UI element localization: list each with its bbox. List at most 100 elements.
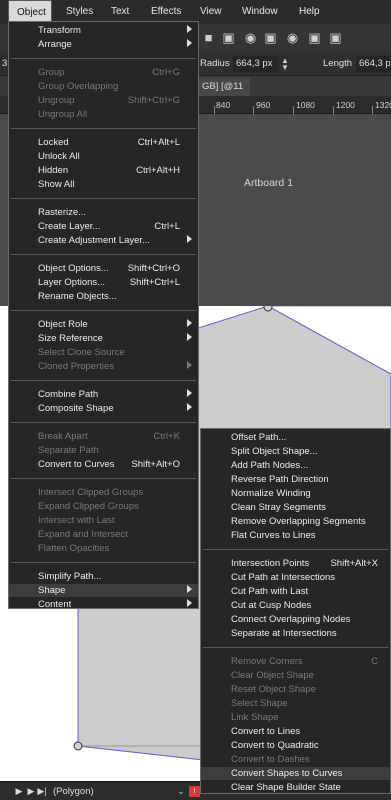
ruler-tick: 1200 <box>336 100 355 110</box>
menu-item-arrange[interactable]: Arrange <box>9 38 198 51</box>
menu-item-convert-to-lines[interactable]: Convert to Lines <box>201 725 390 738</box>
menu-item-locked[interactable]: Locked Ctrl+Alt+L <box>9 136 198 149</box>
menu-item-label: Hidden <box>38 165 69 176</box>
submenu-arrow-icon <box>187 39 192 47</box>
radius-stepper[interactable]: ▲ ▼ <box>280 57 290 72</box>
shape-icon-7[interactable]: ▣ <box>328 30 343 45</box>
menu-item-label: Convert to Lines <box>231 726 301 737</box>
menu-separator <box>11 198 196 199</box>
menu-item-cut-path-at-intersections[interactable]: Cut Path at Intersections <box>201 571 390 584</box>
menu-item-create-adjustment-layer[interactable]: Create Adjustment Layer... <box>9 234 198 247</box>
shape-icon-1[interactable]: ■ <box>201 30 216 45</box>
menu-item-split-object-shape[interactable]: Split Object Shape... <box>201 445 390 458</box>
menu-item-normalize-winding[interactable]: Normalize Winding <box>201 487 390 500</box>
menu-item-rasterize[interactable]: Rasterize... <box>9 206 198 219</box>
menu-item-intersection-points[interactable]: Intersection Points Shift+Alt+X <box>201 557 390 570</box>
menu-item-composite-shape[interactable]: Composite Shape <box>9 402 198 415</box>
menu-item-separate-at-intersections[interactable]: Separate at Intersections <box>201 627 390 640</box>
menu-item-convert-to-curves[interactable]: Convert to Curves Shift+Alt+O <box>9 458 198 471</box>
menu-item-label: Transform <box>38 25 81 36</box>
menu-item-clear-shape-builder-state[interactable]: Clear Shape Builder State <box>201 781 390 794</box>
last-frame-icon[interactable]: ▶| <box>36 784 48 798</box>
menu-item-cut-at-cusp-nodes[interactable]: Cut at Cusp Nodes <box>201 599 390 612</box>
menu-separator <box>11 478 196 479</box>
menu-item-shape[interactable]: Shape <box>9 584 198 597</box>
menu-item-separate-path: Separate Path <box>9 444 198 457</box>
menu-item-clean-stray-segments[interactable]: Clean Stray Segments <box>201 501 390 514</box>
menu-item-size-reference[interactable]: Size Reference <box>9 332 198 345</box>
left-field-value: 3 <box>2 58 8 69</box>
shape-icon-5[interactable]: ◉ <box>285 30 300 45</box>
ruler-tick: 960 <box>256 100 271 110</box>
menu-item-simplify-path[interactable]: Simplify Path... <box>9 570 198 583</box>
menu-item-flat-curves-to-lines[interactable]: Flat Curves to Lines <box>201 529 390 542</box>
menu-view[interactable]: View <box>200 0 222 24</box>
submenu-arrow-icon <box>187 25 192 33</box>
menu-item-rename-objects[interactable]: Rename Objects... <box>9 290 198 303</box>
menu-item-intersect-with-last: Intersect with Last <box>9 514 198 527</box>
menu-item-offset-path[interactable]: Offset Path... <box>201 431 390 444</box>
radius-input[interactable]: 664,3 px <box>233 56 279 72</box>
menu-item-layer-options[interactable]: Layer Options... Shift+Ctrl+L <box>9 276 198 289</box>
menu-item-label: Select Clone Source <box>38 347 125 358</box>
menu-item-object-options[interactable]: Object Options... Shift+Ctrl+O <box>9 262 198 275</box>
menu-separator <box>203 647 388 648</box>
menu-item-shortcut: Shift+Alt+X <box>330 558 378 569</box>
menu-item-show-all[interactable]: Show All <box>9 178 198 191</box>
menu-item-remove-overlapping-segments[interactable]: Remove Overlapping Segments <box>201 515 390 528</box>
ruler-tick: 1320 <box>375 100 391 110</box>
menu-item-label: Simplify Path... <box>38 571 102 582</box>
ruler-tick: 1080 <box>296 100 315 110</box>
menu-item-create-layer[interactable]: Create Layer... Ctrl+L <box>9 220 198 233</box>
chevron-down-icon[interactable]: ⌄ <box>176 784 186 798</box>
menu-item-connect-overlapping-nodes[interactable]: Connect Overlapping Nodes <box>201 613 390 626</box>
menu-item-remove-corners: Remove Corners C <box>201 655 390 668</box>
menu-help[interactable]: Help <box>299 0 320 24</box>
selection-info[interactable]: (Polygon) <box>53 782 94 800</box>
menu-item-object-role[interactable]: Object Role <box>9 318 198 331</box>
play-icon[interactable]: ▶ <box>14 784 24 798</box>
menu-item-clear-object-shape: Clear Object Shape <box>201 669 390 682</box>
shape-icon-3[interactable]: ◉ <box>243 30 258 45</box>
menu-item-convert-shapes-to-curves[interactable]: Convert Shapes to Curves <box>201 767 390 780</box>
menu-item-combine-path[interactable]: Combine Path <box>9 388 198 401</box>
menu-item-convert-to-quadratic[interactable]: Convert to Quadratic <box>201 739 390 752</box>
menu-item-transform[interactable]: Transform <box>9 24 198 37</box>
document-tab[interactable]: GB] [@11 <box>196 78 250 96</box>
menu-window[interactable]: Window <box>242 0 278 24</box>
menu-item-label: Expand Clipped Groups <box>38 501 139 512</box>
menu-item-label: Separate Path <box>38 445 99 456</box>
menu-item-label: Cloned Properties <box>38 361 115 372</box>
menu-item-hidden[interactable]: Hidden Ctrl+Alt+H <box>9 164 198 177</box>
submenu-arrow-icon <box>187 389 192 397</box>
shape-icon-4[interactable]: ▣ <box>263 30 278 45</box>
menu-item-label: Cut at Cusp Nodes <box>231 600 312 611</box>
menu-item-shortcut: Ctrl+K <box>153 431 180 442</box>
shape-icon-2[interactable]: ▣ <box>221 30 236 45</box>
menu-item-label: Locked <box>38 137 69 148</box>
warning-icon[interactable]: ! <box>189 786 200 797</box>
menu-item-cut-path-with-last[interactable]: Cut Path with Last <box>201 585 390 598</box>
artboard-title: Artboard 1 <box>244 177 294 189</box>
menu-item-label: Convert to Dashes <box>231 754 310 765</box>
menu-item-reset-object-shape: Reset Object Shape <box>201 683 390 696</box>
step-forward-icon[interactable]: ▶ <box>26 784 36 798</box>
menu-item-label: Ungroup <box>38 95 75 106</box>
menu-item-reverse-path-direction[interactable]: Reverse Path Direction <box>201 473 390 486</box>
shape-icon-6[interactable]: ▣ <box>307 30 322 45</box>
menu-item-content[interactable]: Content <box>9 598 198 611</box>
menu-item-label: Shape <box>38 585 66 596</box>
menu-item-label: Composite Shape <box>38 403 114 414</box>
ruler-mark <box>214 106 215 114</box>
menu-item-group: Group Ctrl+G <box>9 66 198 79</box>
menu-item-label: Rename Objects... <box>38 291 117 302</box>
ruler-mark <box>253 106 254 114</box>
menu-item-unlock-all[interactable]: Unlock All <box>9 150 198 163</box>
menu-item-label: Remove Overlapping Segments <box>231 516 366 527</box>
menu-item-label: Select Shape <box>231 698 288 709</box>
menu-item-add-path-nodes[interactable]: Add Path Nodes... <box>201 459 390 472</box>
radius-label: Radius <box>200 58 230 69</box>
menu-item-shortcut: Shift+Ctrl+G <box>127 95 180 106</box>
menu-separator <box>11 128 196 129</box>
length-input[interactable]: 664,3 px <box>356 56 391 72</box>
